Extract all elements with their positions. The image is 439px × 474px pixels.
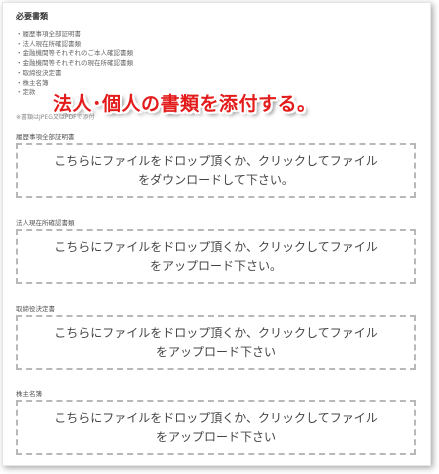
dropzone-text: こちらにファイルをドロップ頂くか、クリックしてファイルをアップロード下さい xyxy=(54,325,378,359)
dropzone-shareholder-register[interactable]: こちらにファイルをドロップ頂くか、クリックしてファイルをアップロード下さい xyxy=(16,400,416,455)
list-item: 履歴事項全部証明書 xyxy=(16,30,133,40)
dropzone-text: こちらにファイルをドロップ頂くか、クリックしてファイルをダウンロードして下さい。 xyxy=(54,153,378,187)
dropzone-text: こちらにファイルをドロップ頂くか、クリックしてファイルをアップロード下さい xyxy=(54,410,378,444)
required-documents-list: 履歴事項全部証明書 法人現在所確認書類 金融機関等それぞれのご本人確認書類 金融… xyxy=(16,30,134,98)
section-label-shareholder-register: 株主名簿 xyxy=(16,390,42,398)
section-label-board-decision: 取締役決定書 xyxy=(16,305,55,313)
dropzone-registry[interactable]: こちらにファイルをドロップ頂くか、クリックしてファイルをダウンロードして下さい。 xyxy=(16,143,416,198)
overlay-title: 法人･個人の書類を添付する。 xyxy=(53,93,317,115)
list-item: 金融機関等それぞれのご本人確認書類 xyxy=(16,49,134,59)
list-item: 株主名簿 xyxy=(16,79,133,89)
page-title: 必要書類 xyxy=(16,12,48,21)
dropzone-text: こちらにファイルをドロップ頂くか、クリックしてファイルをアップロード下さい。 xyxy=(54,239,378,273)
section-label-corporate-address: 法人現在所確認書類 xyxy=(16,219,75,227)
dropzone-corporate-address[interactable]: こちらにファイルをドロップ頂くか、クリックしてファイルをアップロード下さい。 xyxy=(16,229,416,284)
dropzone-board-decision[interactable]: こちらにファイルをドロップ頂くか、クリックしてファイルをアップロード下さい xyxy=(16,315,416,370)
document-upload-panel: 必要書類 履歴事項全部証明書 法人現在所確認書類 金融機関等それぞれのご本人確認… xyxy=(2,2,431,466)
list-item: 法人現在所確認書類 xyxy=(16,40,133,50)
list-item: 取締役決定書 xyxy=(16,69,133,79)
list-item: 金融機関等それぞれの現在所確認書類 xyxy=(16,59,134,69)
section-label-registry: 履歴事項全部証明書 xyxy=(16,133,75,141)
